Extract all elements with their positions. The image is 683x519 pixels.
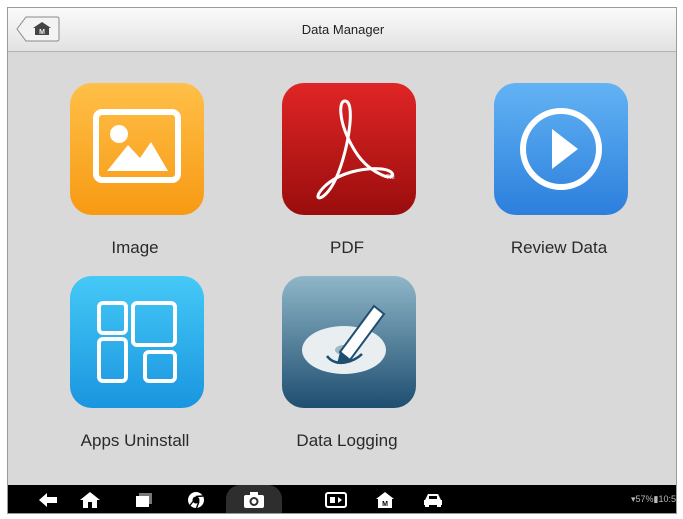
home-icon[interactable] xyxy=(70,485,110,513)
image-icon xyxy=(70,83,204,215)
tile-data-logging-label: Data Logging xyxy=(296,431,398,450)
tile-review-data[interactable]: Review Data xyxy=(469,58,629,257)
recent-apps-icon[interactable] xyxy=(124,485,164,513)
page-title: Data Manager xyxy=(301,22,385,37)
pdf-icon: TM xyxy=(282,83,416,215)
tile-apps-uninstall-label: Apps Uninstall xyxy=(80,431,190,450)
car-icon[interactable] xyxy=(413,485,453,513)
tile-image[interactable]: Image xyxy=(45,58,205,257)
tile-apps-uninstall[interactable]: Apps Uninstall xyxy=(45,251,205,450)
tile-review-data-label: Review Data xyxy=(510,238,608,257)
play-icon xyxy=(494,83,628,215)
chrome-icon[interactable] xyxy=(176,485,216,513)
navigation-bar: M ▾57%▮10:5 xyxy=(8,485,676,513)
status-area: ▾57%▮10:5 xyxy=(631,494,676,505)
back-icon[interactable] xyxy=(28,485,68,513)
tile-pdf[interactable]: TM PDF xyxy=(257,58,417,257)
battery-level: 57% xyxy=(635,494,654,504)
app-grid: Image TM PDF Review Data Apps Uninstall … xyxy=(8,53,676,485)
app-window: M Data Manager Image TM PDF Review Data … xyxy=(7,7,677,514)
maxisys-home-icon[interactable]: M xyxy=(365,485,405,513)
pen-disc-icon xyxy=(282,276,416,408)
camera-icon[interactable] xyxy=(226,485,282,513)
svg-text:M: M xyxy=(382,501,388,508)
tile-data-logging[interactable]: Data Logging xyxy=(257,251,417,450)
title-bar: M Data Manager xyxy=(8,8,676,52)
screen-mirror-icon[interactable] xyxy=(316,485,356,513)
clock: 10:5 xyxy=(658,494,676,504)
svg-text:TM: TM xyxy=(386,175,395,181)
apps-icon xyxy=(70,276,204,408)
